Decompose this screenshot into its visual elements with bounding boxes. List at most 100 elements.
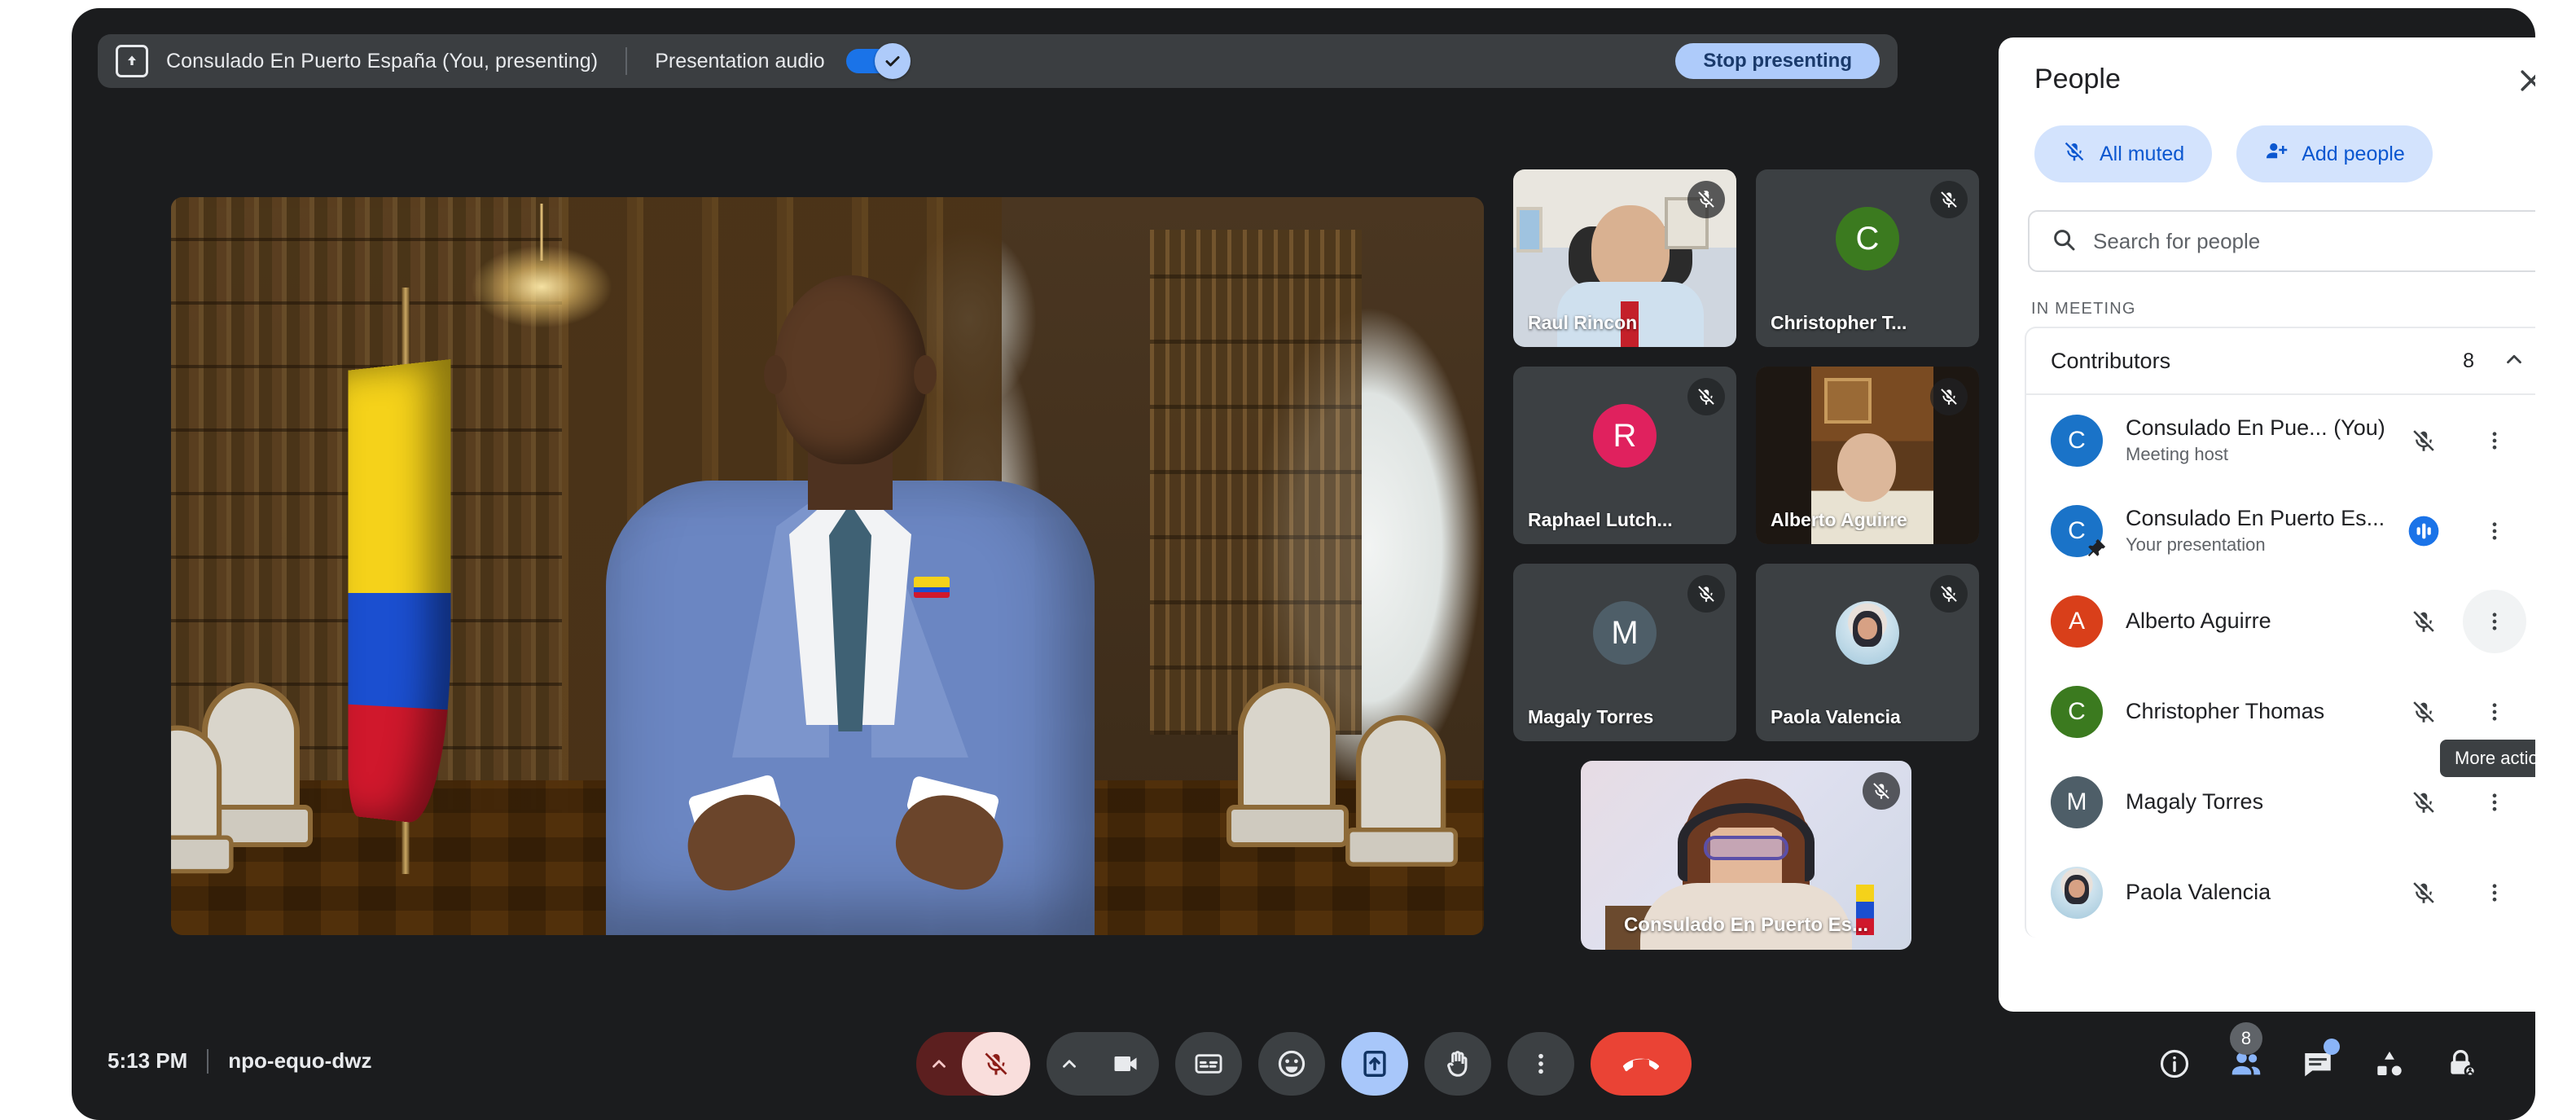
tile-christopher-t[interactable]: C Christopher T... xyxy=(1756,169,1979,347)
more-options-button[interactable] xyxy=(1507,1032,1574,1096)
participant-list: C Consulado En Pue... (You) Meeting host xyxy=(2026,395,2535,938)
more-actions-button[interactable] xyxy=(2463,771,2526,834)
contributors-group-header[interactable]: Contributors 8 xyxy=(2026,328,2535,395)
bottom-toolbar: 5:13 PM npo-equo-dwz 8 xyxy=(72,1008,2535,1120)
participant-name: Magaly Torres xyxy=(2126,789,2264,814)
avatar-photo xyxy=(1836,601,1899,665)
presentation-audio-label: Presentation audio xyxy=(655,49,825,72)
captions-button[interactable] xyxy=(1174,1032,1242,1096)
person-add-icon xyxy=(2264,139,2289,169)
mic-options-chevron[interactable] xyxy=(916,1032,962,1096)
participant-names: Consulado En Pue... (You) Meeting host xyxy=(2126,415,2398,465)
search-for-people-field[interactable] xyxy=(2028,210,2535,272)
participant-name: Christopher Thomas xyxy=(2126,699,2325,723)
camera-options-chevron[interactable] xyxy=(1047,1032,1092,1096)
mic-off-icon xyxy=(1930,378,1968,415)
camera-button[interactable] xyxy=(1092,1032,1159,1096)
avatar: C xyxy=(2051,414,2103,467)
all-muted-button[interactable]: All muted xyxy=(2034,125,2213,182)
more-actions-tooltip: More actions xyxy=(2440,740,2535,777)
add-people-button[interactable]: Add people xyxy=(2236,125,2433,182)
participant-row-alberto-aguirre[interactable]: A Alberto Aguirre xyxy=(2026,576,2535,666)
avatar: C xyxy=(2051,685,2103,738)
tile-row: Raul Rincon C Christopher T... xyxy=(1513,169,1979,347)
google-meet-window: Consulado En Puerto España (You, present… xyxy=(72,8,2535,1120)
tile-name: Christopher T... xyxy=(1771,312,1907,333)
mic-off-icon xyxy=(1930,181,1968,218)
participant-row-paola-valencia[interactable]: Paola Valencia xyxy=(2026,847,2535,938)
activities-button[interactable] xyxy=(2359,1037,2420,1091)
tile-name: Consulado En Puerto Es... xyxy=(1623,914,1869,936)
presentation-image xyxy=(171,197,1484,935)
tile-magaly-torres[interactable]: M Magaly Torres xyxy=(1513,564,1736,741)
present-now-button[interactable] xyxy=(1341,1032,1408,1096)
chevron-up-icon[interactable] xyxy=(2502,347,2526,376)
right-toolbar-icons: 8 xyxy=(2144,1022,2491,1091)
reactions-button[interactable] xyxy=(1257,1032,1325,1096)
presentation-title: Consulado En Puerto España (You, present… xyxy=(166,49,599,72)
participant-tile-column: Raul Rincon C Christopher T... R Raphael… xyxy=(1513,169,1979,969)
avatar-initial: M xyxy=(2066,788,2087,815)
participant-name: Alberto Aguirre xyxy=(2126,608,2271,633)
tile-name: Alberto Aguirre xyxy=(1771,509,1907,530)
avatar-photo xyxy=(2051,866,2103,919)
present-to-all-icon xyxy=(116,45,148,77)
people-button[interactable]: 8 xyxy=(2216,1022,2276,1091)
tile-alberto-aguirre[interactable]: Alberto Aguirre xyxy=(1756,367,1979,544)
mic-off-icon xyxy=(2398,427,2450,455)
participant-role: Your presentation xyxy=(2126,534,2266,555)
mic-off-icon xyxy=(1863,772,1900,810)
pin-icon xyxy=(2085,538,2108,560)
search-input[interactable] xyxy=(2093,228,2526,254)
tile-raphael-lutch[interactable]: R Raphael Lutch... xyxy=(1513,367,1736,544)
screenshot-root: Consulado En Puerto España (You, present… xyxy=(0,0,2576,1120)
more-actions-button[interactable] xyxy=(2463,680,2526,744)
panel-title: People xyxy=(2034,64,2121,94)
search-icon xyxy=(2051,226,2077,257)
more-actions-button[interactable] xyxy=(2463,589,2526,653)
tile-paola-valencia[interactable]: Paola Valencia xyxy=(1756,564,1979,741)
avatar: M xyxy=(2051,775,2103,828)
participant-names: Alberto Aguirre xyxy=(2126,608,2398,634)
add-people-label: Add people xyxy=(2302,142,2405,165)
host-controls-button[interactable] xyxy=(2431,1037,2491,1091)
contributors-group: Contributors 8 C Consulado En Pue... (Yo… xyxy=(2025,327,2535,938)
mic-off-icon xyxy=(2062,139,2087,169)
chair xyxy=(171,725,238,909)
more-actions-button[interactable] xyxy=(2463,409,2526,472)
tile-raul-rincon[interactable]: Raul Rincon xyxy=(1513,169,1736,347)
participant-row-presentation[interactable]: C Consulado En Puerto Es... Your present… xyxy=(2026,485,2535,576)
more-actions-button[interactable] xyxy=(2463,499,2526,563)
meeting-details-button[interactable] xyxy=(2144,1037,2205,1091)
colombian-flag xyxy=(346,288,464,874)
more-actions-button[interactable] xyxy=(2463,861,2526,925)
participant-names: Magaly Torres xyxy=(2126,789,2398,815)
microphone-off-button[interactable] xyxy=(961,1032,1030,1096)
avatar xyxy=(2051,866,2103,919)
presentation-audio-icon xyxy=(2398,513,2450,549)
microphone-control-group xyxy=(915,1032,1030,1096)
participant-name: Consulado En Puerto Es... xyxy=(2126,506,2385,530)
leave-call-button[interactable] xyxy=(1590,1032,1692,1096)
chat-button[interactable] xyxy=(2288,1037,2348,1091)
in-meeting-label: IN MEETING xyxy=(2031,300,2136,318)
all-muted-label: All muted xyxy=(2100,142,2185,165)
participant-row-you[interactable]: C Consulado En Pue... (You) Meeting host xyxy=(2026,395,2535,485)
mic-off-icon xyxy=(2398,788,2450,816)
banner-divider xyxy=(625,47,628,75)
chat-unread-dot xyxy=(2324,1039,2340,1055)
participant-names: Consulado En Puerto Es... Your presentat… xyxy=(2126,506,2398,556)
avatar-initial: C xyxy=(2068,516,2086,544)
tile-row: M Magaly Torres Paola Valencia xyxy=(1513,564,1979,741)
mic-off-icon xyxy=(1687,181,1725,218)
presentation-audio-toggle[interactable] xyxy=(845,43,911,79)
tile-self-consulado[interactable]: Consulado En Puerto Es... xyxy=(1581,761,1911,950)
toggle-knob-checked-icon xyxy=(874,43,911,79)
tile-row-self: Consulado En Puerto Es... xyxy=(1513,761,1979,950)
tile-name: Raphael Lutch... xyxy=(1528,509,1673,530)
stop-presenting-button[interactable]: Stop presenting xyxy=(1675,43,1880,79)
presented-screen[interactable] xyxy=(171,197,1484,935)
close-icon[interactable] xyxy=(2510,60,2535,103)
raise-hand-button[interactable] xyxy=(1424,1032,1491,1096)
tile-name: Raul Rincon xyxy=(1528,312,1638,333)
